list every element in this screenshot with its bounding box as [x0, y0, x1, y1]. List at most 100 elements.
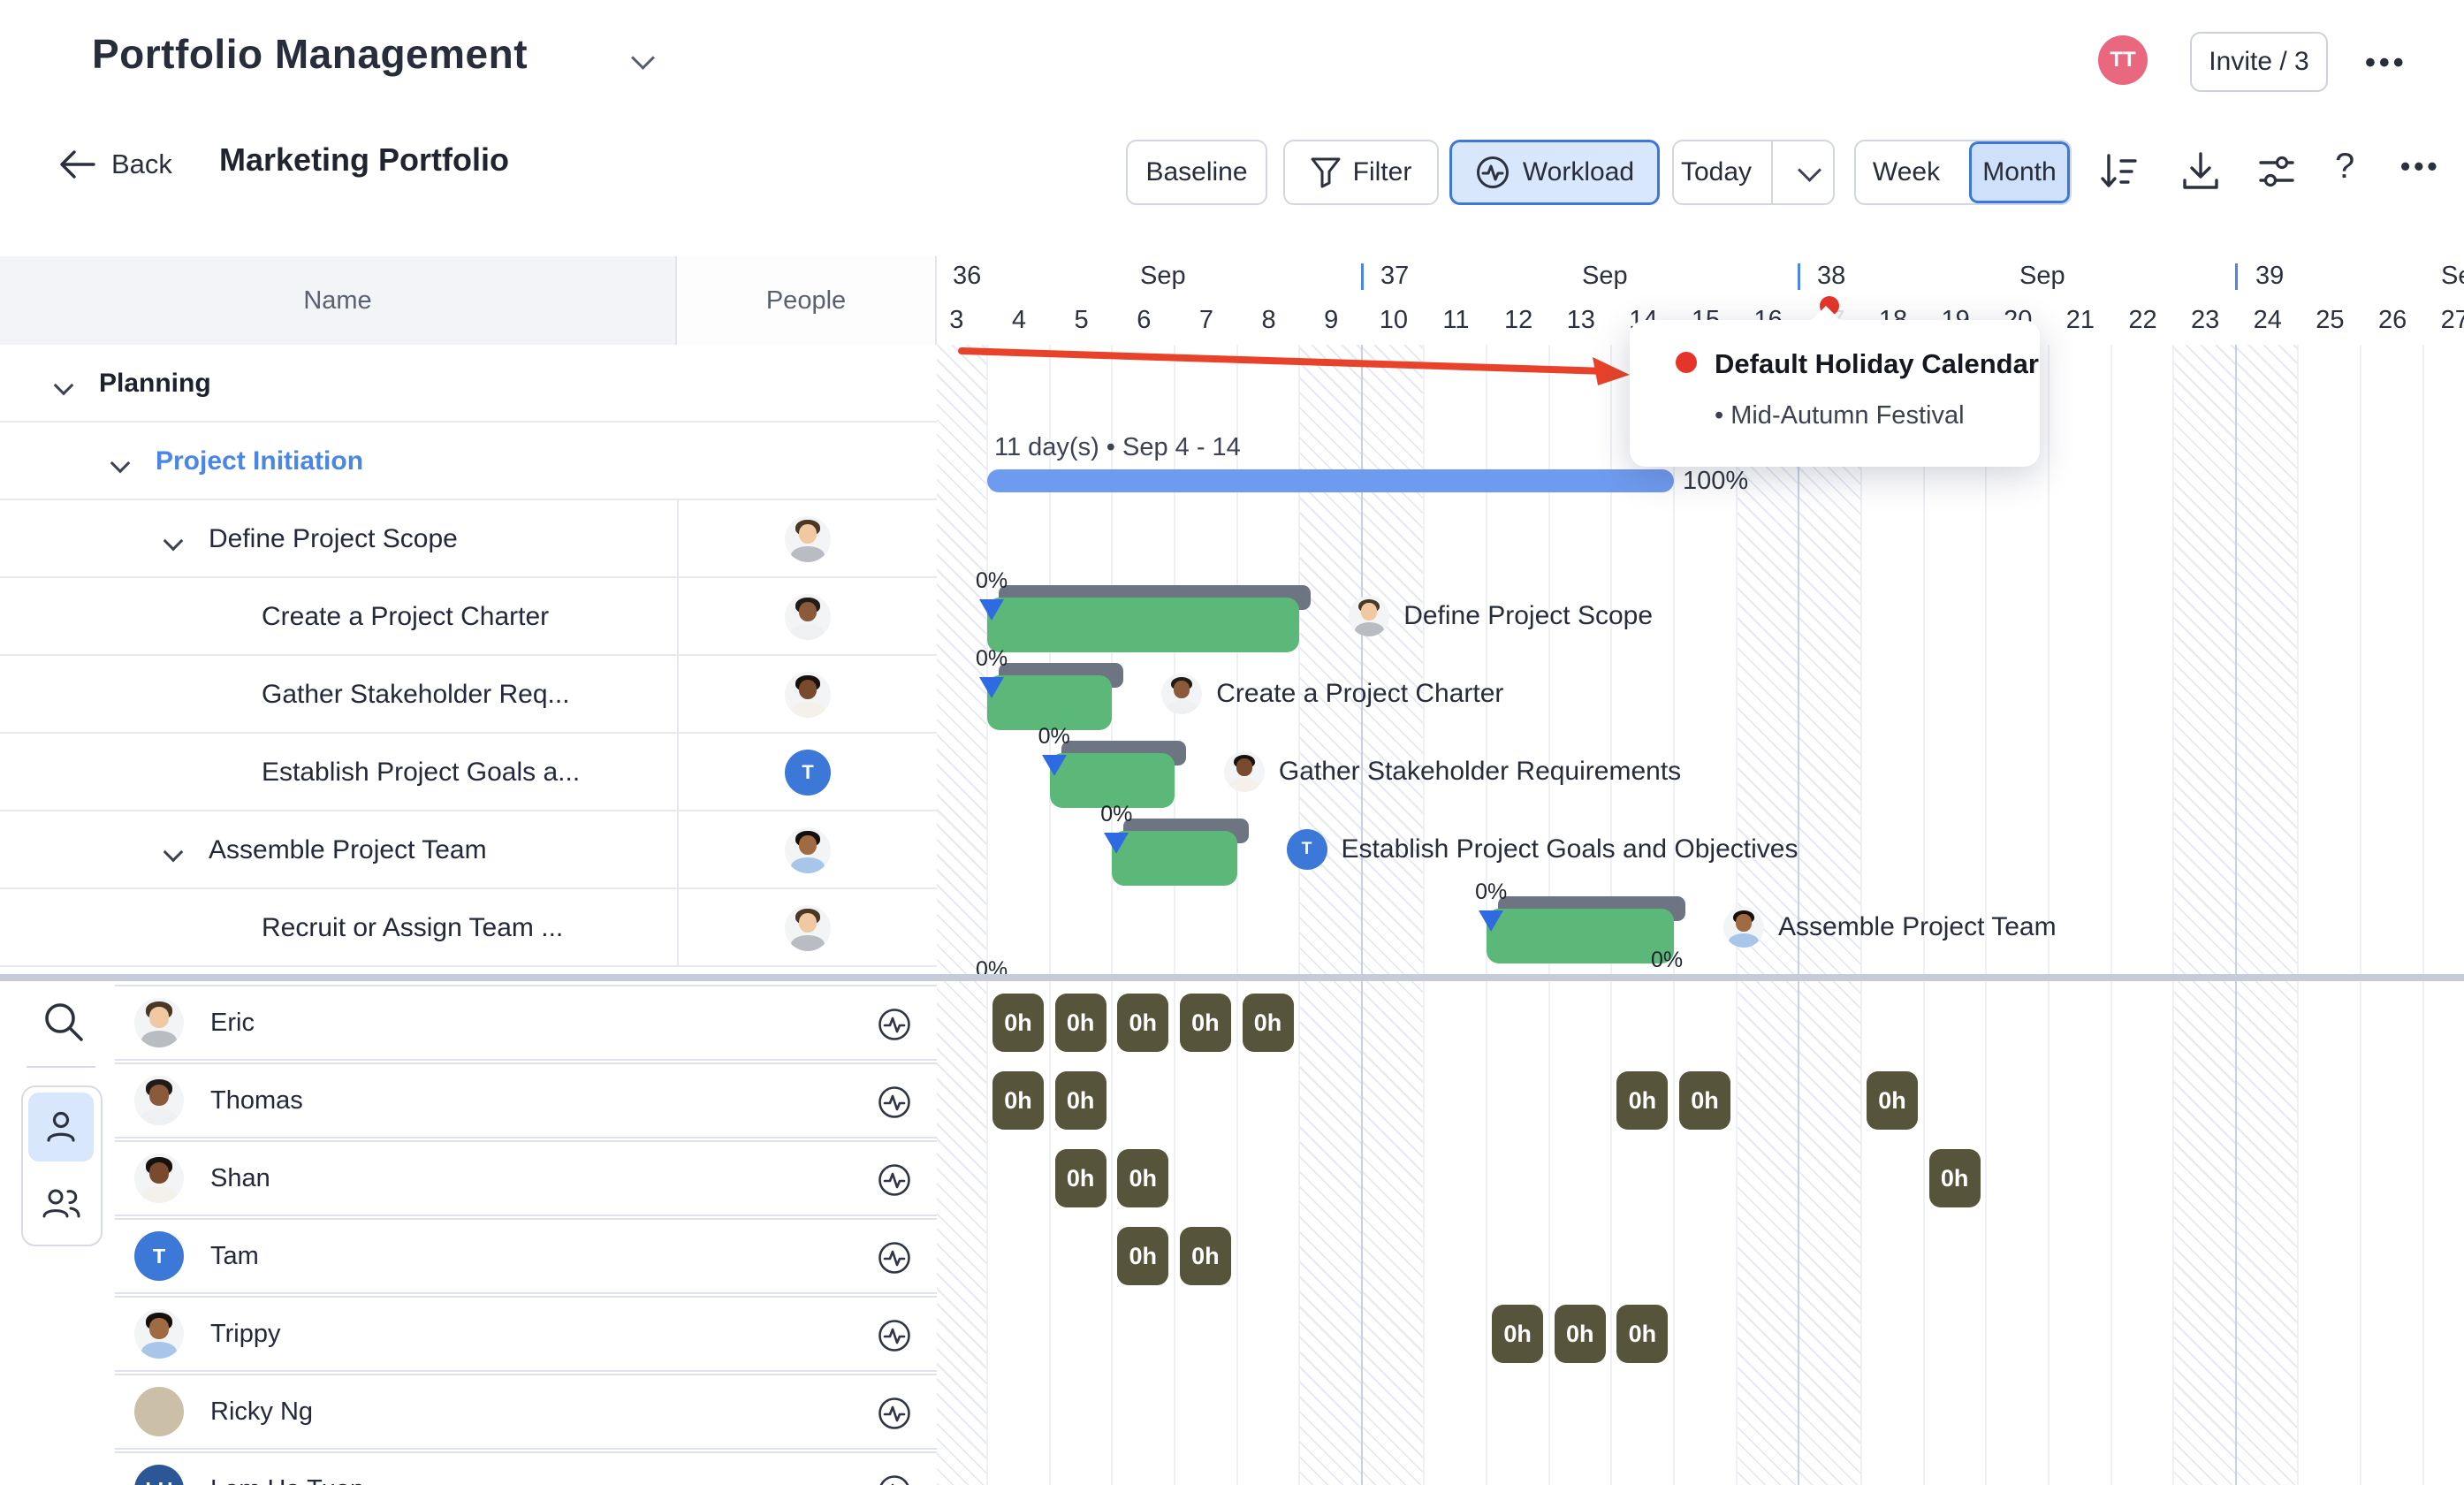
task-bar[interactable]: [1487, 909, 1675, 963]
help-icon[interactable]: ?: [2335, 147, 2354, 187]
day-gridline: [1236, 981, 1238, 1485]
hours-chip[interactable]: 0h: [1866, 1071, 1918, 1130]
day-label: 27: [2440, 306, 2464, 334]
avatar-shan: [1223, 751, 1265, 792]
table-row[interactable]: Define Project Scope: [0, 500, 937, 578]
sort-icon[interactable]: [2096, 150, 2139, 193]
table-row[interactable]: Planning: [0, 345, 937, 423]
settings-sliders-icon[interactable]: [2255, 150, 2298, 193]
hours-chip[interactable]: 0h: [1117, 1149, 1169, 1207]
invite-button[interactable]: Invite / 3: [2190, 32, 2328, 92]
bar-caption: Define Project Scope: [1349, 596, 1653, 636]
bar-caption: Create a Project Charter: [1161, 674, 1503, 714]
person-name: Eric: [210, 1008, 255, 1037]
download-icon[interactable]: [2179, 150, 2222, 193]
workload-person-row[interactable]: Eric: [115, 985, 937, 1061]
row-chevron-icon[interactable]: [163, 530, 184, 552]
table-row[interactable]: Create a Project Charter: [0, 578, 937, 656]
day-gridline: [1173, 981, 1175, 1485]
hours-chip[interactable]: 0h: [1492, 1305, 1544, 1363]
hours-chip[interactable]: 0h: [992, 1071, 1044, 1130]
today-button[interactable]: Today: [1672, 140, 1835, 205]
filter-button[interactable]: Filter: [1283, 140, 1439, 205]
table-row[interactable]: Project Initiation: [0, 423, 937, 500]
activity-icon[interactable]: [877, 1007, 912, 1042]
hours-chip[interactable]: 0h: [1179, 994, 1231, 1052]
hours-chip[interactable]: 0h: [1554, 1305, 1606, 1363]
row-chevron-icon[interactable]: [53, 375, 74, 396]
person-name: Ricky Ng: [210, 1397, 314, 1426]
workload-person-row[interactable]: T Tam: [115, 1218, 937, 1294]
activity-icon[interactable]: [877, 1396, 912, 1431]
table-row[interactable]: Recruit or Assign Team ...: [0, 889, 937, 967]
avatar-trippy: [785, 827, 831, 873]
task-bar[interactable]: [1049, 753, 1175, 808]
people-column-header[interactable]: People: [677, 256, 937, 345]
hours-chip[interactable]: 0h: [1117, 1227, 1169, 1285]
activity-icon[interactable]: [877, 1240, 912, 1276]
row-chevron-icon[interactable]: [110, 453, 131, 474]
hours-chip[interactable]: 0h: [1679, 1071, 1731, 1130]
task-bar[interactable]: [987, 675, 1113, 730]
people-cell[interactable]: [677, 656, 937, 734]
day-gridline: [1298, 981, 1301, 1485]
workload-person-row[interactable]: Shan: [115, 1140, 937, 1216]
workload-person-row[interactable]: Ricky Ng: [115, 1374, 937, 1450]
toolbar-more-icon[interactable]: •••: [2400, 150, 2441, 183]
workload-button[interactable]: Workload: [1449, 140, 1660, 205]
day-gridline: [2172, 981, 2175, 1485]
task-bar[interactable]: [1112, 831, 1237, 886]
row-chevron-icon[interactable]: [163, 842, 184, 863]
page-title[interactable]: Portfolio Management: [92, 30, 528, 78]
panel-divider[interactable]: [0, 974, 2464, 981]
hours-chip[interactable]: 0h: [1616, 1071, 1669, 1130]
people-cell[interactable]: [677, 500, 937, 578]
app-window: Portfolio Management TT Invite / 3 ••• B…: [0, 0, 2464, 1485]
day-gridline: [2360, 345, 2362, 976]
hours-chip[interactable]: 0h: [992, 994, 1044, 1052]
progress-marker-icon: [1479, 910, 1504, 932]
workload-person-row[interactable]: LH Lam Ha Tuan: [115, 1451, 937, 1485]
hours-chip[interactable]: 0h: [1242, 994, 1294, 1052]
activity-icon[interactable]: [877, 1085, 912, 1120]
day-gridline: [1610, 345, 1613, 976]
name-column-header[interactable]: Name: [0, 256, 677, 345]
week-toggle[interactable]: Week: [1856, 157, 1957, 187]
task-progress-label: 0%: [1475, 880, 1508, 904]
people-cell[interactable]: T: [677, 734, 937, 811]
people-cell[interactable]: [677, 889, 937, 967]
task-table: Planning Project Initiation Define Project…: [0, 345, 937, 974]
baseline-button[interactable]: Baseline: [1126, 140, 1267, 205]
hours-chip[interactable]: 0h: [1928, 1149, 1981, 1207]
table-row[interactable]: Establish Project Goals a... T: [0, 734, 937, 811]
activity-icon[interactable]: [877, 1474, 912, 1485]
summary-bar[interactable]: [987, 469, 1675, 492]
workload-person-row[interactable]: Thomas: [115, 1062, 937, 1138]
back-button[interactable]: Back: [57, 148, 172, 180]
people-cell[interactable]: [677, 811, 937, 889]
holiday-dot-icon: [1676, 352, 1697, 373]
today-dropdown[interactable]: [1785, 157, 1833, 182]
hours-chip[interactable]: 0h: [1054, 994, 1107, 1052]
hours-chip[interactable]: 0h: [1054, 1149, 1107, 1207]
month-toggle[interactable]: Month: [1969, 141, 2070, 203]
workload-person-row[interactable]: Trippy: [115, 1296, 937, 1372]
activity-icon[interactable]: [877, 1318, 912, 1353]
people-cell[interactable]: [677, 578, 937, 656]
hours-chip[interactable]: 0h: [1616, 1305, 1669, 1363]
table-row[interactable]: Gather Stakeholder Req...: [0, 656, 937, 734]
workload-label: Workload: [1522, 157, 1635, 187]
task-bar[interactable]: [987, 598, 1300, 652]
holiday-tooltip: Default Holiday Calendar • Mid-Autumn Fe…: [1630, 306, 2040, 467]
day-label: 24: [2253, 306, 2282, 334]
hours-chip[interactable]: 0h: [1054, 1071, 1107, 1130]
chevron-down-icon[interactable]: [631, 46, 655, 70]
hours-chip[interactable]: 0h: [1179, 1227, 1231, 1285]
avatar[interactable]: TT: [2098, 35, 2148, 85]
day-gridline: [1673, 981, 1676, 1485]
more-menu-button[interactable]: •••: [2365, 46, 2407, 80]
hours-chip[interactable]: 0h: [1117, 994, 1169, 1052]
table-row[interactable]: Assemble Project Team: [0, 811, 937, 889]
activity-icon[interactable]: [877, 1162, 912, 1198]
weekend-hatch: [2235, 345, 2299, 976]
